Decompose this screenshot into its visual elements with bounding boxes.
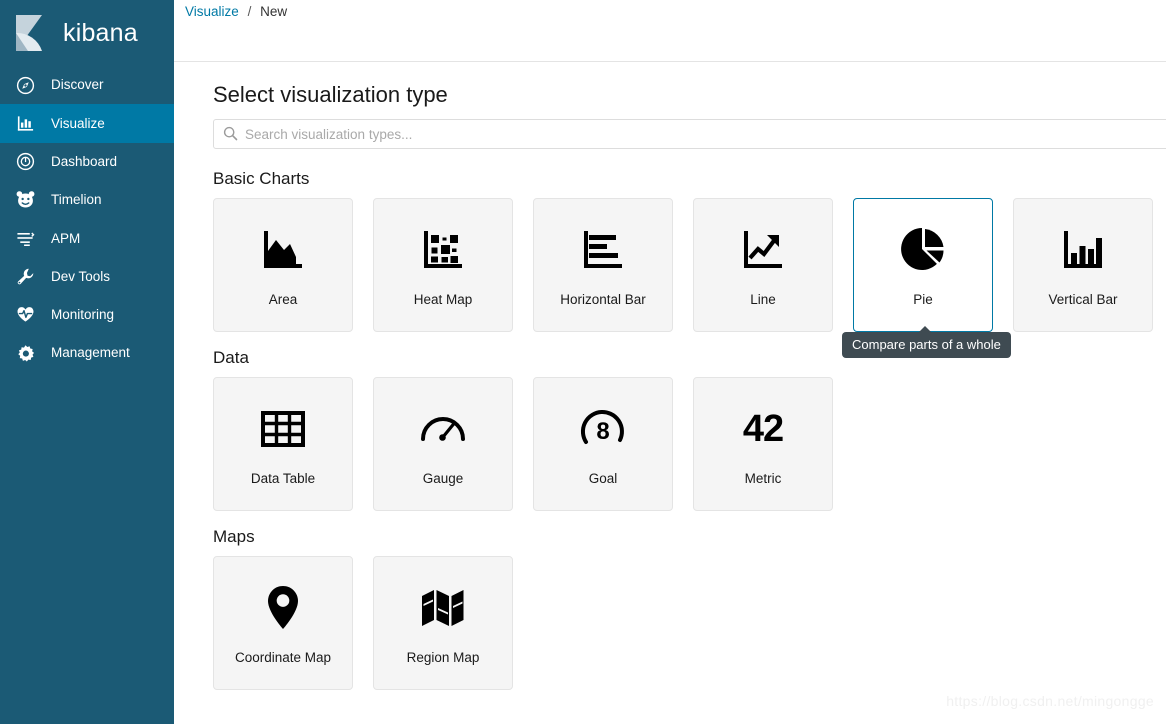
section-maps: Maps Coordinate Map Region Map [213, 527, 1166, 690]
vis-type-label: Pie [913, 292, 933, 307]
map-marker-icon [255, 580, 311, 636]
sidebar-item-dashboard[interactable]: Dashboard [0, 143, 174, 181]
vis-type-label: Heat Map [413, 292, 473, 307]
vis-type-card-pie[interactable]: Pie [853, 198, 993, 332]
vis-type-card-horizontal-bar[interactable]: Horizontal Bar [533, 198, 673, 332]
breadcrumb: Visualize / New [185, 3, 287, 21]
wrench-icon [15, 267, 35, 287]
sidebar-item-discover[interactable]: Discover [0, 66, 174, 104]
vertical-bar-icon [1055, 222, 1111, 278]
gear-icon [15, 343, 35, 363]
page-title: Select visualization type [213, 82, 448, 107]
sidebar-item-label: Dev Tools [51, 268, 111, 284]
global-nav-sidebar: kibana Discover Visualize Dashboard Time… [0, 0, 174, 724]
sidebar-item-label: Dashboard [51, 153, 118, 169]
vis-type-card-region-map[interactable]: Region Map [373, 556, 513, 690]
vis-type-label: Region Map [406, 650, 480, 665]
breadcrumb-bar: Visualize / New [174, 0, 1166, 62]
sidebar-item-label: Timelion [51, 192, 102, 208]
sidebar-item-dev-tools[interactable]: Dev Tools [0, 257, 174, 295]
vis-type-label: Metric [744, 471, 782, 486]
section-title: Maps [213, 527, 255, 546]
table-icon [255, 401, 311, 457]
horizontal-bar-icon [575, 222, 631, 278]
gauge-icon [415, 401, 471, 457]
sidebar-item-visualize[interactable]: Visualize [0, 104, 174, 143]
card-row: Data Table Gauge 8 Goal 42 Metric [213, 377, 1166, 511]
compass-icon [15, 75, 35, 95]
folded-map-icon [415, 580, 471, 636]
metric-icon: 42 [735, 401, 791, 457]
vis-type-card-gauge[interactable]: Gauge [373, 377, 513, 511]
goal-icon: 8 [575, 401, 631, 457]
vis-type-label: Coordinate Map [234, 650, 332, 665]
kibana-logo-icon [8, 10, 54, 56]
breadcrumb-link-visualize[interactable]: Visualize [185, 4, 239, 19]
breadcrumb-current-new: New [260, 4, 288, 19]
heat-map-icon [415, 222, 471, 278]
vis-type-label: Area [268, 292, 298, 307]
sidebar-item-label: Monitoring [51, 307, 115, 323]
apm-icon [15, 228, 35, 248]
area-chart-icon [255, 222, 311, 278]
vis-type-card-data-table[interactable]: Data Table [213, 377, 353, 511]
timelion-icon [15, 190, 35, 210]
vis-type-card-vertical-bar[interactable]: Vertical Bar [1013, 198, 1153, 332]
vis-type-card-goal[interactable]: 8 Goal [533, 377, 673, 511]
breadcrumb-separator: / [247, 4, 252, 19]
vis-type-card-line[interactable]: Line [693, 198, 833, 332]
dashboard-icon [15, 152, 35, 172]
vis-type-label: Vertical Bar [1048, 292, 1118, 307]
sidebar-item-label: APM [51, 230, 81, 246]
sidebar-item-label: Visualize [51, 115, 105, 131]
vis-type-label: Goal [588, 471, 618, 486]
vis-type-label: Horizontal Bar [560, 292, 646, 307]
goal-number: 8 [596, 418, 609, 445]
vis-type-card-heat-map[interactable]: Heat Map [373, 198, 513, 332]
search-input[interactable] [213, 119, 1166, 149]
sidebar-item-apm[interactable]: APM [0, 219, 174, 257]
card-row: Area Heat Map Horizontal Bar Line Pie Ve… [213, 198, 1166, 332]
watermark-text: https://blog.csdn.net/mingongge [946, 693, 1154, 709]
sidebar-item-label: Discover [51, 77, 104, 93]
brand-header: kibana [0, 0, 174, 66]
sidebar-item-monitoring[interactable]: Monitoring [0, 296, 174, 334]
sidebar-item-timelion[interactable]: Timelion [0, 181, 174, 219]
section-basic-charts: Basic Charts Area Heat Map Horizontal Ba… [213, 169, 1166, 332]
card-row: Coordinate Map Region Map [213, 556, 1166, 690]
sidebar-item-label: Management [51, 345, 130, 361]
section-title: Data [213, 348, 249, 367]
section-title: Basic Charts [213, 169, 310, 188]
vis-type-card-metric[interactable]: 42 Metric [693, 377, 833, 511]
vis-type-label: Line [750, 292, 776, 307]
sidebar-item-management[interactable]: Management [0, 334, 174, 372]
main-content-area: Visualize / New Select visualization typ… [174, 0, 1166, 724]
heart-pulse-icon [15, 305, 35, 325]
line-chart-icon [735, 222, 791, 278]
tooltip-pie-description: Compare parts of a whole [842, 326, 1011, 358]
kibana-app-window: kibana Discover Visualize Dashboard Time… [0, 0, 1166, 724]
brand-title: kibana [63, 18, 138, 47]
bar-chart-icon [15, 113, 35, 133]
search-field-wrapper [213, 119, 1166, 149]
vis-type-card-area[interactable]: Area [213, 198, 353, 332]
pie-chart-icon [895, 222, 951, 278]
section-data: Data Data Table Gauge 8 Goal 42 Metric [213, 348, 1166, 511]
tooltip-text: Compare parts of a whole [852, 337, 1001, 352]
vis-type-label: Gauge [422, 471, 464, 486]
vis-type-label: Data Table [250, 471, 316, 486]
metric-number: 42 [742, 408, 784, 450]
vis-type-card-coordinate-map[interactable]: Coordinate Map [213, 556, 353, 690]
visualization-type-chooser: Select visualization type Basic Charts [174, 62, 1166, 690]
